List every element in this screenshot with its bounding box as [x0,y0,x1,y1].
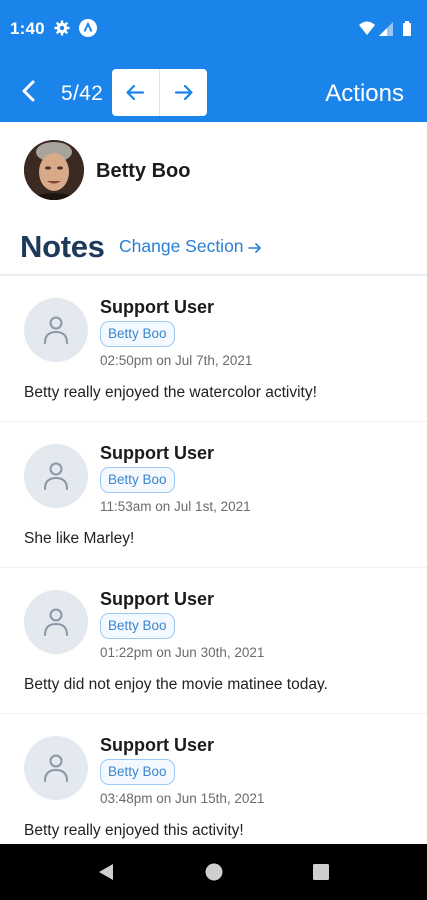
user-avatar-icon [24,444,88,508]
back-chevron-icon [22,80,35,102]
section-header: Notes Change Section [0,218,427,274]
status-time: 1:40 [10,19,45,38]
recents-square-icon[interactable] [311,862,331,882]
user-avatar-icon [24,298,88,362]
profile-header: Betty Boo [0,122,427,218]
note-body: Betty really enjoyed the watercolor acti… [24,384,317,401]
status-bar: 1:40 [0,0,427,60]
notes-list[interactable]: Support User Betty Boo 02:50pm on Jul 7t… [0,276,427,844]
arrow-left-icon [126,84,145,101]
note-timestamp: 01:22pm on Jun 30th, 2021 [100,645,265,660]
status-icons [357,20,417,38]
note-body: Betty really enjoyed this activity! [24,822,244,839]
note-item[interactable]: Support User Betty Boo 02:50pm on Jul 7t… [0,276,427,422]
note-resident-tag[interactable]: Betty Boo [100,467,175,493]
note-timestamp: 11:53am on Jul 1st, 2021 [100,499,251,514]
note-item[interactable]: Support User Betty Boo 03:48pm on Jun 15… [0,714,427,844]
note-resident-tag[interactable]: Betty Boo [100,613,175,639]
battery-icon [403,21,411,36]
record-counter: 5/42 [61,82,104,105]
next-record-button[interactable] [160,69,207,116]
profile-avatar [24,140,84,200]
note-author: Support User [100,297,215,317]
section-title: Notes [20,229,105,264]
home-circle-icon[interactable] [204,862,224,882]
change-section-label: Change Section [119,236,244,256]
record-nav-group [112,69,207,116]
note-body: Betty did not enjoy the movie matinee to… [24,676,328,693]
back-button[interactable] [14,75,44,107]
note-body: She like Marley! [24,530,135,547]
previous-record-button[interactable] [112,69,159,116]
app-bar: 5/42 Actions [0,60,427,122]
actions-button[interactable]: Actions [325,80,404,108]
user-avatar-icon [24,736,88,800]
note-item[interactable]: Support User Betty Boo 11:53am on Jul 1s… [0,422,427,568]
arrow-right-icon [247,243,261,253]
note-author: Support User [100,443,215,463]
a-badge-icon [79,19,97,37]
signal-icon [379,22,393,36]
note-author: Support User [100,735,215,755]
note-timestamp: 02:50pm on Jul 7th, 2021 [100,353,253,368]
back-triangle-icon[interactable] [96,862,116,882]
gear-icon [54,20,70,36]
note-author: Support User [100,589,215,609]
profile-name: Betty Boo [96,160,191,182]
wifi-icon [359,21,375,35]
note-item[interactable]: Support User Betty Boo 01:22pm on Jun 30… [0,568,427,714]
note-timestamp: 03:48pm on Jun 15th, 2021 [100,791,265,806]
user-avatar-icon [24,590,88,654]
note-resident-tag[interactable]: Betty Boo [100,321,175,347]
change-section-link[interactable]: Change Section [119,236,262,257]
arrow-right-icon [174,84,193,101]
system-nav-bar [0,844,427,900]
note-resident-tag[interactable]: Betty Boo [100,759,175,785]
